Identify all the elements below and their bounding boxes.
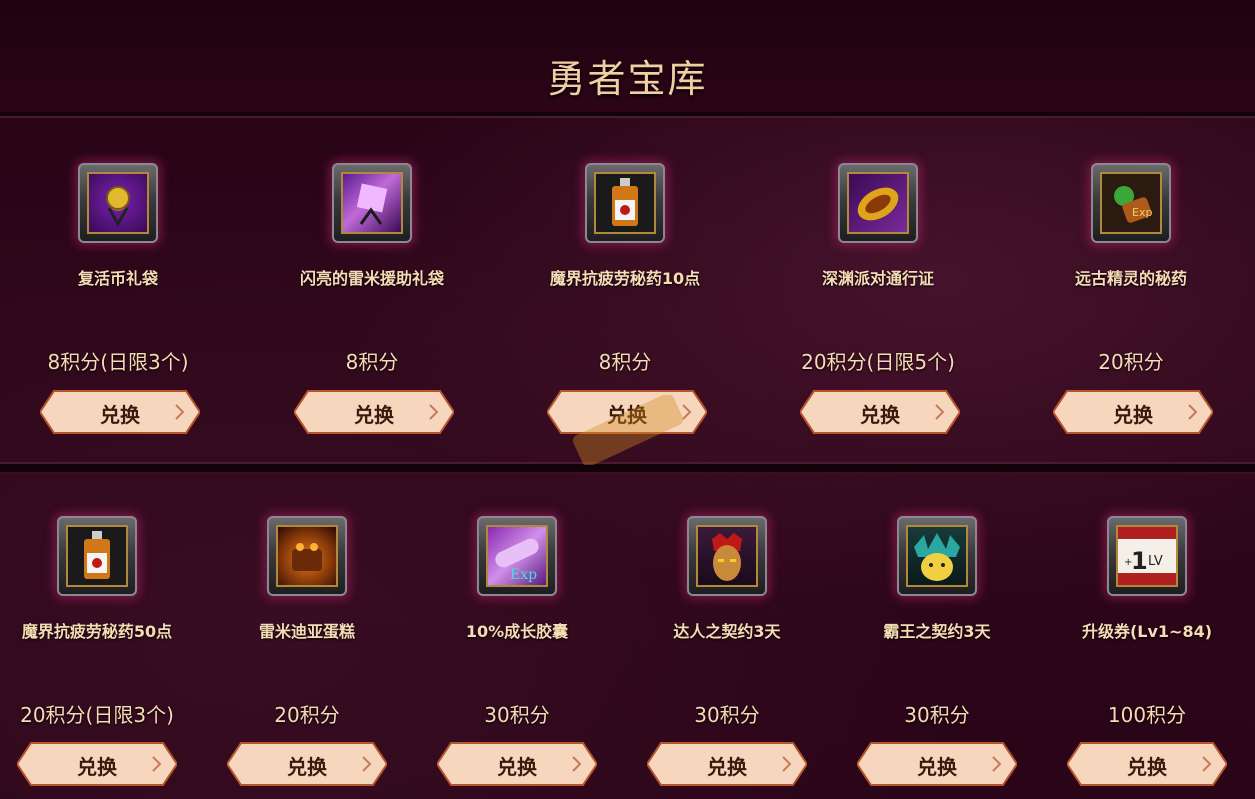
item-price: 8积分 — [598, 350, 652, 374]
exchange-button-label: 兑换 — [100, 403, 140, 427]
exchange-button-label: 兑换 — [354, 403, 394, 427]
exchange-button-label: 兑换 — [1113, 403, 1153, 427]
exchange-button-label: 兑换 — [1127, 755, 1167, 779]
exchange-button[interactable]: 兑换 — [40, 389, 200, 435]
item-name: 深渊派对通行证 — [821, 269, 934, 288]
remydia-cake-icon — [267, 516, 347, 596]
item-price: 30积分 — [484, 703, 550, 727]
master-contract-icon — [687, 516, 767, 596]
remy-aid-bag-icon — [332, 163, 412, 243]
exchange-button-label: 兑换 — [497, 755, 537, 779]
item-name: 霸王之契约3天 — [883, 622, 991, 641]
ancient-elf-potion-icon: Exp — [1091, 163, 1171, 243]
item-name: 雷米迪亚蛋糕 — [258, 622, 355, 641]
exchange-button-label: 兑换 — [77, 755, 117, 779]
item-name: 复活币礼袋 — [77, 269, 158, 288]
exchange-button[interactable]: 兑换 — [437, 741, 597, 787]
page-title: 勇者宝库 — [547, 57, 708, 101]
svg-text:LV: LV — [1148, 554, 1163, 569]
page-background: 勇者宝库 复活币礼袋 8积分(日限3个) 兑换 闪亮的雷米援助礼袋 8积分 兑换 — [0, 0, 1255, 799]
item-name: 远古精灵的秘药 — [1074, 269, 1187, 288]
item-price: 20积分 — [1098, 350, 1164, 374]
item-name: 升级券(Lv1~84) — [1081, 622, 1213, 641]
exchange-button[interactable]: 兑换 — [647, 741, 807, 787]
exchange-button-label: 兑换 — [287, 755, 327, 779]
item-price: 30积分 — [694, 703, 760, 727]
abyss-pass-icon — [838, 163, 918, 243]
overlord-contract-icon — [897, 516, 977, 596]
exchange-button-label: 兑换 — [707, 755, 747, 779]
item-price: 100积分 — [1107, 703, 1187, 727]
item-name: 10%成长胶囊 — [465, 622, 569, 641]
svg-text:Exp: Exp — [510, 567, 537, 583]
item-price: 8积分 — [345, 350, 399, 374]
item-price: 20积分(日限3个) — [20, 703, 174, 727]
exchange-button[interactable]: 兑换 — [1067, 741, 1227, 787]
exchange-button[interactable]: 兑换 — [857, 741, 1017, 787]
exp-capsule-icon: Exp — [477, 516, 557, 596]
exchange-button[interactable]: 兑换 — [800, 389, 960, 435]
item-price: 20积分(日限5个) — [801, 350, 955, 374]
item-price: 20积分 — [274, 703, 340, 727]
exchange-button[interactable]: 兑换 — [1053, 389, 1213, 435]
item-name: 闪亮的雷米援助礼袋 — [299, 269, 444, 288]
item-name: 达人之契约3天 — [673, 622, 781, 641]
item-price: 8积分(日限3个) — [47, 350, 189, 374]
exchange-button[interactable]: 兑换 — [227, 741, 387, 787]
item-name: 魔界抗疲劳秘药50点 — [21, 622, 173, 641]
level-up-ticket-icon: +1 LV — [1107, 516, 1187, 596]
fatigue-potion-icon — [585, 163, 665, 243]
watermark-logo — [572, 395, 684, 465]
exchange-button[interactable]: 兑换 — [294, 389, 454, 435]
exchange-button-label: 兑换 — [917, 755, 957, 779]
svg-text:1: 1 — [1131, 547, 1148, 575]
exchange-button[interactable]: 兑换 — [17, 741, 177, 787]
exchange-button-label: 兑换 — [860, 403, 900, 427]
item-price: 30积分 — [904, 703, 970, 727]
svg-text:Exp: Exp — [1132, 206, 1152, 219]
revive-coin-bag-icon — [78, 163, 158, 243]
fatigue-potion-icon — [57, 516, 137, 596]
item-name: 魔界抗疲劳秘药10点 — [549, 269, 701, 288]
